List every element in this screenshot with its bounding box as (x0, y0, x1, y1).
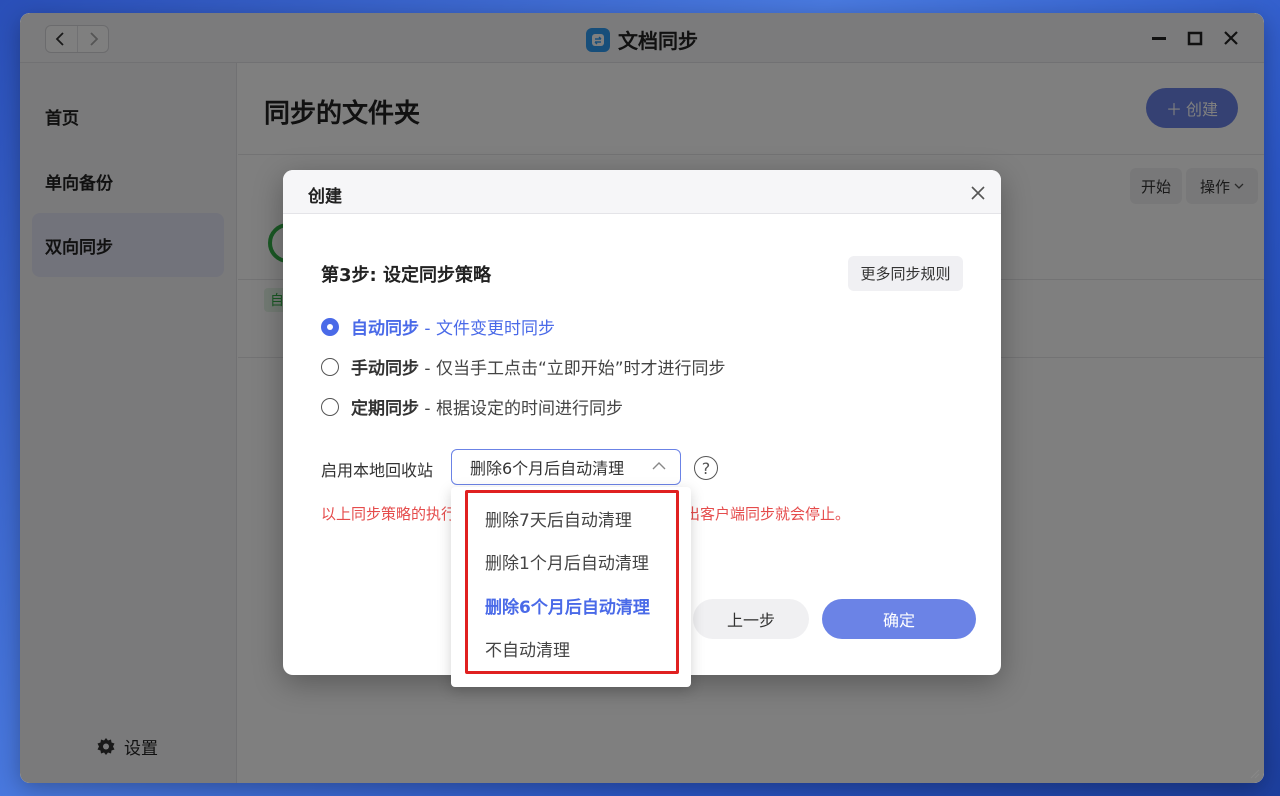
close-icon[interactable] (969, 184, 987, 202)
select-value: 删除6个月后自动清理 (470, 459, 625, 478)
option-name: 定期同步 (351, 399, 419, 419)
radio-manual-sync[interactable]: 手动同步 - 仅当手工点击“立即开始”时才进行同步 (321, 354, 726, 379)
radio-button[interactable] (321, 397, 339, 416)
dropdown-option-no-cleanup[interactable]: 不自动清理 (485, 636, 570, 661)
help-icon[interactable]: ? (694, 456, 718, 480)
warning-text-right: 出客户端同步就会停止。 (685, 505, 851, 523)
step-title: 第3步: 设定同步策略 (321, 265, 491, 286)
dropdown-option-6-months[interactable]: 删除6个月后自动清理 (485, 593, 650, 618)
resize-grip-icon[interactable] (1248, 767, 1260, 779)
option-desc: - 根据设定的时间进行同步 (424, 399, 623, 419)
dialog-header: 创建 (283, 170, 1001, 214)
dropdown-option-7-days[interactable]: 删除7天后自动清理 (485, 506, 632, 531)
prev-step-button[interactable]: 上一步 (693, 599, 809, 639)
radio-button[interactable] (321, 357, 339, 376)
dropdown-option-1-month[interactable]: 删除1个月后自动清理 (485, 549, 649, 574)
option-desc: - 文件变更时同步 (424, 319, 555, 339)
confirm-button[interactable]: 确定 (822, 599, 976, 639)
option-name: 手动同步 (351, 359, 419, 379)
radio-scheduled-sync[interactable]: 定期同步 - 根据设定的时间进行同步 (321, 394, 623, 419)
recycle-bin-label: 启用本地回收站 (321, 461, 434, 480)
option-name: 自动同步 (351, 319, 419, 339)
more-rules-button[interactable]: 更多同步规则 (848, 256, 963, 291)
recycle-bin-select[interactable]: 删除6个月后自动清理 (451, 449, 681, 485)
dialog-title: 创建 (308, 187, 342, 207)
recycle-options-dropdown: 删除7天后自动清理 删除1个月后自动清理 删除6个月后自动清理 不自动清理 (451, 487, 691, 687)
radio-auto-sync[interactable]: 自动同步 - 文件变更时同步 (321, 314, 555, 339)
option-desc: - 仅当手工点击“立即开始”时才进行同步 (424, 359, 726, 379)
radio-button[interactable] (321, 317, 339, 336)
chevron-up-icon (652, 462, 666, 470)
warning-text-left: 以上同步策略的执行 (321, 505, 457, 523)
